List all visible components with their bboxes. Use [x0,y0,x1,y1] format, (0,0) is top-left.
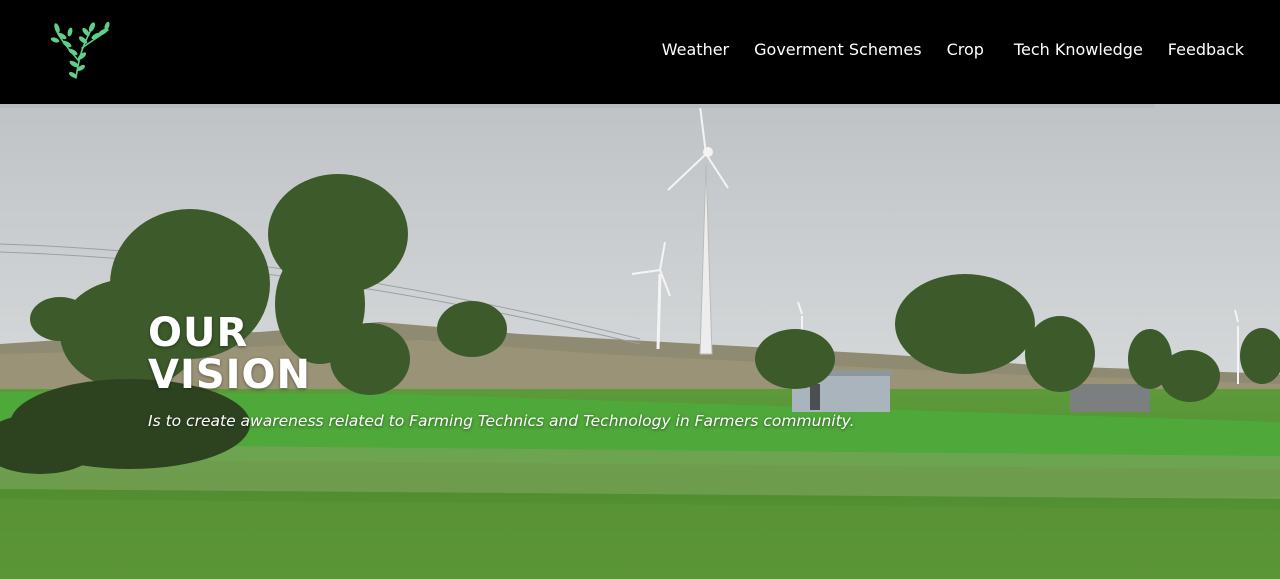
top-navbar: Weather Goverment Schemes Crop Tech Know… [0,0,1280,104]
nav-weather[interactable]: Weather [662,40,729,59]
nav-feedback[interactable]: Feedback [1168,40,1244,59]
vision-title: OUR VISION [148,312,855,396]
vision-title-line1: OUR [148,310,249,356]
vision-block: OUR VISION Is to create awareness relate… [148,312,855,430]
header-divider [0,104,1155,108]
hero-banner: OUR VISION Is to create awareness relate… [0,104,1280,579]
nav-crop[interactable]: Crop [947,40,984,59]
logo[interactable] [48,20,112,82]
vision-title-line2: VISION [148,352,312,398]
nav-tech-knowledge[interactable]: Tech Knowledge [1014,40,1143,59]
nav-goverment-schemes[interactable]: Goverment Schemes [754,40,921,59]
vision-subtitle: Is to create awareness related to Farmin… [148,412,855,430]
main-nav: Weather Goverment Schemes Crop Tech Know… [662,40,1244,59]
leaf-branch-icon [50,21,110,79]
